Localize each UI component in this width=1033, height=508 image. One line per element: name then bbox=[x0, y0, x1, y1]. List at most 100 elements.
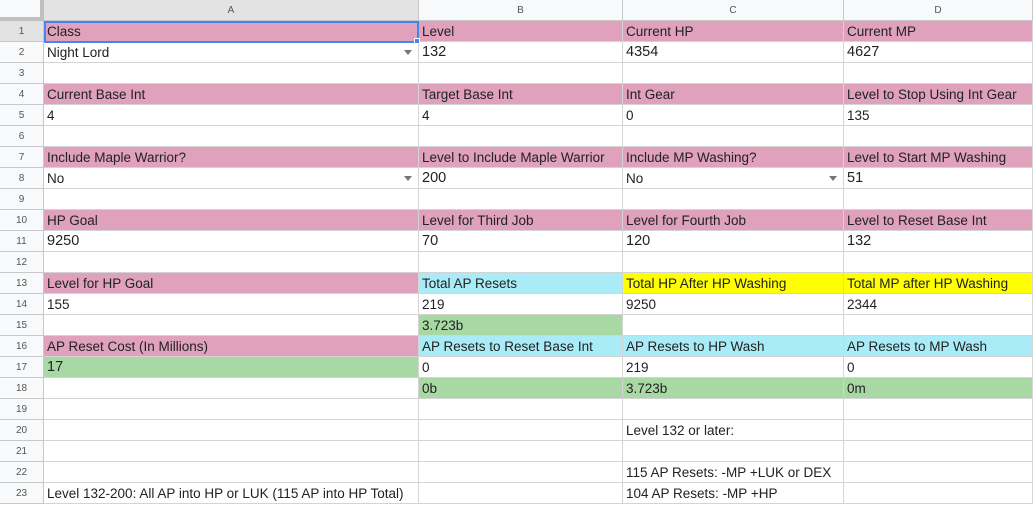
grid-cell[interactable] bbox=[844, 252, 1033, 273]
cell-b14[interactable]: 219 bbox=[419, 294, 623, 315]
cell-a5[interactable]: 4 bbox=[44, 105, 419, 126]
grid-cell[interactable] bbox=[844, 462, 1033, 483]
grid-cell[interactable] bbox=[419, 189, 623, 210]
cell-b16[interactable]: AP Resets to Reset Base Int bbox=[419, 336, 623, 357]
row-header-8[interactable]: 8 bbox=[0, 168, 44, 189]
row-header-10[interactable]: 10 bbox=[0, 210, 44, 231]
row-header-12[interactable]: 12 bbox=[0, 252, 44, 273]
cell-a14[interactable]: 155 bbox=[44, 294, 419, 315]
grid-cell[interactable] bbox=[44, 126, 419, 147]
grid-cell[interactable] bbox=[844, 441, 1033, 462]
grid-cell[interactable] bbox=[844, 63, 1033, 84]
cell-b15[interactable]: 3.723b bbox=[419, 315, 623, 336]
row-header-20[interactable]: 20 bbox=[0, 420, 44, 441]
grid-cell[interactable] bbox=[844, 420, 1033, 441]
cell-d1[interactable]: Current MP bbox=[844, 21, 1033, 42]
row-header-13[interactable]: 13 bbox=[0, 273, 44, 294]
cell-c15[interactable] bbox=[623, 315, 844, 336]
row-header-9[interactable]: 9 bbox=[0, 189, 44, 210]
row-header-18[interactable]: 18 bbox=[0, 378, 44, 399]
cell-a10[interactable]: HP Goal bbox=[44, 210, 419, 231]
row-header-16[interactable]: 16 bbox=[0, 336, 44, 357]
row-header-23[interactable]: 23 bbox=[0, 483, 44, 504]
dropdown-arrow-icon[interactable] bbox=[404, 176, 412, 181]
grid-cell[interactable] bbox=[44, 252, 419, 273]
dropdown-arrow-icon[interactable] bbox=[829, 176, 837, 181]
grid-cell[interactable] bbox=[844, 483, 1033, 504]
row-header-5[interactable]: 5 bbox=[0, 105, 44, 126]
row-header-3[interactable]: 3 bbox=[0, 63, 44, 84]
column-header-b[interactable]: B bbox=[419, 0, 623, 21]
cell-b13[interactable]: Total AP Resets bbox=[419, 273, 623, 294]
row-header-15[interactable]: 15 bbox=[0, 315, 44, 336]
cell-d10[interactable]: Level to Reset Base Int bbox=[844, 210, 1033, 231]
cell-c7[interactable]: Include MP Washing? bbox=[623, 147, 844, 168]
row-header-1[interactable]: 1 bbox=[0, 21, 44, 42]
grid-cell[interactable] bbox=[419, 252, 623, 273]
grid-cell[interactable] bbox=[44, 420, 419, 441]
cell-a4[interactable]: Current Base Int bbox=[44, 84, 419, 105]
grid-cell[interactable] bbox=[419, 420, 623, 441]
column-header-d[interactable]: D bbox=[844, 0, 1033, 21]
grid-cell[interactable] bbox=[419, 63, 623, 84]
grid-cell[interactable] bbox=[623, 126, 844, 147]
column-header-c[interactable]: C bbox=[623, 0, 844, 21]
cell-d8[interactable]: 51 bbox=[844, 168, 1033, 189]
grid-cell[interactable] bbox=[44, 462, 419, 483]
cell-a13[interactable]: Level for HP Goal bbox=[44, 273, 419, 294]
cell-a18[interactable] bbox=[44, 378, 419, 399]
row-header-6[interactable]: 6 bbox=[0, 126, 44, 147]
cell-d15[interactable] bbox=[844, 315, 1033, 336]
grid-cell[interactable] bbox=[623, 63, 844, 84]
cell-d7[interactable]: Level to Start MP Washing bbox=[844, 147, 1033, 168]
cell-c22[interactable]: 115 AP Resets: -MP +LUK or DEX bbox=[623, 462, 844, 483]
row-header-7[interactable]: 7 bbox=[0, 147, 44, 168]
cell-c20[interactable]: Level 132 or later: bbox=[623, 420, 844, 441]
row-header-21[interactable]: 21 bbox=[0, 441, 44, 462]
cell-c11[interactable]: 120 bbox=[623, 231, 844, 252]
cell-b17[interactable]: 0 bbox=[419, 357, 623, 378]
cell-a17[interactable]: 17 bbox=[44, 357, 419, 378]
cell-c17[interactable]: 219 bbox=[623, 357, 844, 378]
cell-c1[interactable]: Current HP bbox=[623, 21, 844, 42]
grid-cell[interactable] bbox=[44, 63, 419, 84]
cell-c14[interactable]: 9250 bbox=[623, 294, 844, 315]
fill-handle[interactable] bbox=[414, 38, 420, 44]
select-all-corner[interactable] bbox=[0, 0, 44, 21]
cell-d4[interactable]: Level to Stop Using Int Gear bbox=[844, 84, 1033, 105]
grid-cell[interactable] bbox=[419, 483, 623, 504]
cell-a2-class-dropdown[interactable]: Night Lord bbox=[44, 42, 419, 63]
cell-c5[interactable]: 0 bbox=[623, 105, 844, 126]
grid-cell[interactable] bbox=[419, 462, 623, 483]
cell-a11[interactable]: 9250 bbox=[44, 231, 419, 252]
grid-cell[interactable] bbox=[44, 189, 419, 210]
cell-d16[interactable]: AP Resets to MP Wash bbox=[844, 336, 1033, 357]
row-header-14[interactable]: 14 bbox=[0, 294, 44, 315]
grid-cell[interactable] bbox=[623, 252, 844, 273]
grid-cell[interactable] bbox=[44, 441, 419, 462]
cell-b7[interactable]: Level to Include Maple Warrior bbox=[419, 147, 623, 168]
row-header-2[interactable]: 2 bbox=[0, 42, 44, 63]
cell-c23[interactable]: 104 AP Resets: -MP +HP bbox=[623, 483, 844, 504]
cell-c13[interactable]: Total HP After HP Washing bbox=[623, 273, 844, 294]
grid-cell[interactable] bbox=[419, 399, 623, 420]
cell-d2[interactable]: 4627 bbox=[844, 42, 1033, 63]
cell-c16[interactable]: AP Resets to HP Wash bbox=[623, 336, 844, 357]
cell-d17[interactable]: 0 bbox=[844, 357, 1033, 378]
dropdown-arrow-icon[interactable] bbox=[404, 50, 412, 55]
grid-cell[interactable] bbox=[623, 399, 844, 420]
cell-d14[interactable]: 2344 bbox=[844, 294, 1033, 315]
row-header-22[interactable]: 22 bbox=[0, 462, 44, 483]
cell-a16[interactable]: AP Reset Cost (In Millions) bbox=[44, 336, 419, 357]
row-header-11[interactable]: 11 bbox=[0, 231, 44, 252]
cell-a1[interactable]: Class bbox=[44, 21, 419, 42]
row-header-19[interactable]: 19 bbox=[0, 399, 44, 420]
cell-b4[interactable]: Target Base Int bbox=[419, 84, 623, 105]
cell-c10[interactable]: Level for Fourth Job bbox=[623, 210, 844, 231]
cell-c2[interactable]: 4354 bbox=[623, 42, 844, 63]
cell-d11[interactable]: 132 bbox=[844, 231, 1033, 252]
grid-cell[interactable] bbox=[844, 189, 1033, 210]
cell-d18[interactable]: 0m bbox=[844, 378, 1033, 399]
row-header-4[interactable]: 4 bbox=[0, 84, 44, 105]
cell-b10[interactable]: Level for Third Job bbox=[419, 210, 623, 231]
